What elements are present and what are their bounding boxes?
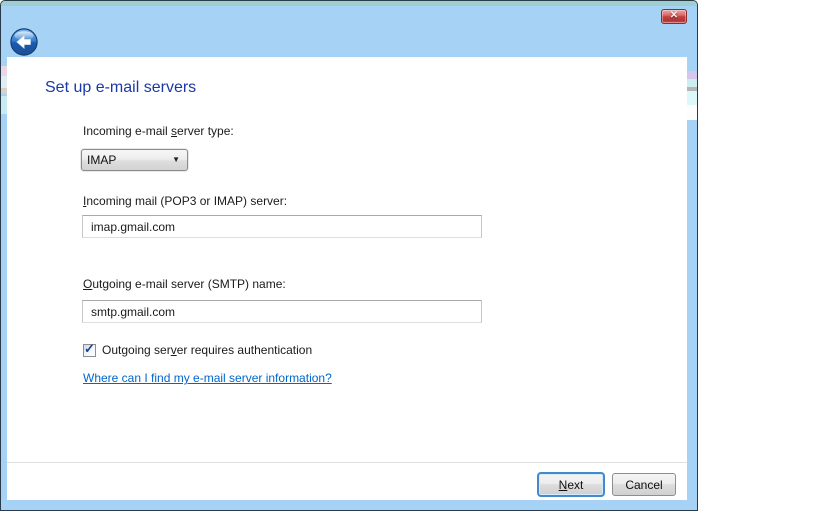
chevron-down-icon: ▼ <box>172 155 180 164</box>
page-title: Set up e-mail servers <box>45 79 196 97</box>
frame-reflection <box>686 105 697 120</box>
server-type-dropdown[interactable]: IMAP ▼ <box>81 149 188 171</box>
checkmark-icon: ✓ <box>84 342 95 355</box>
frame-reflection <box>686 87 697 91</box>
frame-reflection <box>686 71 697 79</box>
back-button[interactable] <box>10 28 38 56</box>
next-button[interactable]: Next <box>537 472 605 497</box>
incoming-server-input[interactable] <box>82 215 482 238</box>
wizard-window: ✕ Set up e-mail servers Incoming e-mail … <box>0 0 698 511</box>
server-type-label: Incoming e-mail server type: <box>83 124 234 138</box>
footer-divider <box>7 462 687 463</box>
cancel-button[interactable]: Cancel <box>612 473 676 496</box>
frame-reflection <box>686 79 697 87</box>
close-button[interactable]: ✕ <box>661 9 687 24</box>
back-arrow-icon <box>10 28 38 56</box>
close-icon: ✕ <box>670 10 678 21</box>
server-type-selected-value: IMAP <box>87 153 116 167</box>
outgoing-server-input[interactable] <box>82 300 482 323</box>
outgoing-server-label: Outgoing e-mail server (SMTP) name: <box>83 277 286 291</box>
wizard-content: Set up e-mail servers Incoming e-mail se… <box>7 57 687 500</box>
auth-required-checkbox[interactable]: ✓ <box>83 344 96 357</box>
frame-reflection <box>686 91 697 105</box>
frame-top-strip <box>1 1 697 6</box>
auth-required-checkbox-row[interactable]: ✓ Outgoing server requires authenticatio… <box>83 343 312 357</box>
server-info-help-link[interactable]: Where can I find my e-mail server inform… <box>83 371 332 385</box>
auth-required-label: Outgoing server requires authentication <box>102 343 312 357</box>
incoming-server-label: Incoming mail (POP3 or IMAP) server: <box>83 194 287 208</box>
